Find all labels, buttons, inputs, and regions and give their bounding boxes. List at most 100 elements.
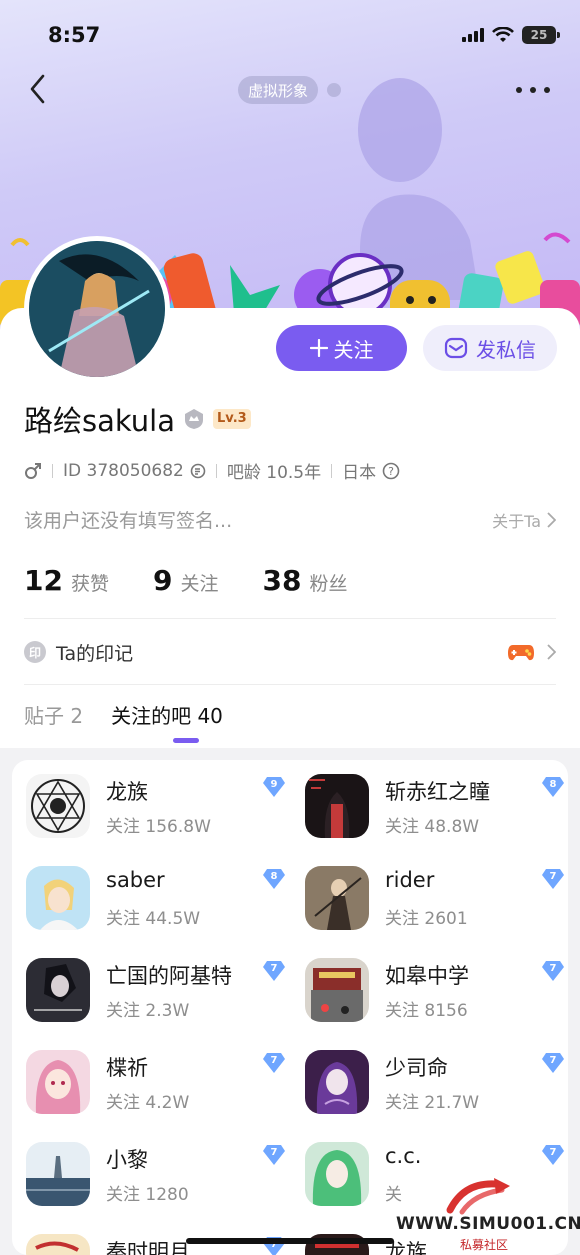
signal-icon	[462, 28, 484, 42]
home-indicator	[186, 1238, 394, 1244]
forum-name: 小黎	[106, 1148, 148, 1172]
username: 路绘sakula	[24, 404, 175, 438]
forum-name: 如皋中学	[385, 964, 469, 988]
divider	[24, 684, 556, 685]
tab-posts[interactable]: 贴子 2	[24, 700, 83, 729]
forum-name: 秦时明月	[106, 1240, 190, 1255]
marks-preview	[507, 641, 556, 663]
forum-item[interactable]: 小黎 关注 1280 7	[26, 1142, 286, 1214]
gem-level-badge: 7	[541, 868, 565, 890]
forum-followers: 关注 2.3W	[106, 1001, 190, 1021]
help-icon[interactable]: ?	[382, 462, 400, 480]
forum-avatar	[305, 1050, 369, 1114]
watermark-url: WWW.SIMU001.CN	[396, 1214, 580, 1234]
forum-name: 斩赤红之瞳	[385, 780, 490, 804]
forum-name: 亡国的阿基特	[106, 964, 232, 988]
chevron-left-icon	[30, 74, 45, 104]
username-row: 路绘sakula Lv.3	[24, 398, 251, 440]
status-bar: 8:57 25	[48, 20, 560, 50]
envelope-icon	[444, 337, 468, 359]
forum-avatar	[26, 958, 90, 1022]
divider	[24, 618, 556, 619]
watermark: WWW.SIMU001.CN 私募社区	[396, 1176, 580, 1253]
forum-avatar	[26, 1234, 90, 1255]
level-badge: Lv.3	[213, 409, 251, 429]
forum-name: 少司命	[385, 1056, 448, 1080]
follow-button[interactable]: 关注	[276, 325, 407, 371]
forum-name: 楪祈	[106, 1056, 148, 1080]
watermark-logo	[446, 1178, 510, 1215]
forum-item[interactable]: 少司命 关注 21.7W 7	[305, 1050, 565, 1122]
forum-followers: 关注 156.8W	[106, 817, 211, 837]
virtual-avatar-tag[interactable]: 虚拟形象	[238, 76, 319, 104]
stat-number: 38	[262, 564, 302, 597]
follow-label: 关注	[333, 337, 374, 362]
gem-level-badge: 7	[262, 1144, 286, 1166]
gem-level-badge: 7	[262, 960, 286, 982]
gem-level-badge: 8	[541, 776, 565, 798]
signature-text: 该用户还没有填写签名...	[24, 510, 233, 532]
marks-label: Ta的印记	[56, 642, 134, 665]
profile-tabs: 贴子 2 关注的吧 40	[24, 700, 223, 729]
forum-followers: 关注 48.8W	[385, 817, 480, 837]
forum-avatar	[305, 774, 369, 838]
more-options-button[interactable]	[516, 80, 550, 100]
plus-icon	[309, 339, 328, 357]
forum-followers: 关注 2601	[385, 909, 468, 929]
tab-followed-forums[interactable]: 关注的吧 40	[111, 700, 223, 729]
watermark-subtitle: 私募社区	[456, 1236, 513, 1253]
copy-icon[interactable]	[190, 463, 206, 479]
forum-followers: 关注 1280	[106, 1185, 189, 1205]
about-label: 关于Ta	[492, 511, 541, 531]
forum-item[interactable]: 龙族 关注 156.8W 9	[26, 774, 286, 846]
stat-likes[interactable]: 12 获赞	[24, 564, 109, 597]
forum-avatar	[305, 1142, 369, 1206]
profile-meta: ID 378050682 吧龄 10.5年 日本 ?	[24, 458, 400, 483]
stats-row: 12 获赞 9 关注 38 粉丝	[24, 564, 347, 597]
forum-name: rider	[385, 868, 435, 892]
stat-number: 12	[24, 564, 63, 597]
forum-avatar	[305, 866, 369, 930]
forum-followers: 关注 8156	[385, 1001, 468, 1021]
forum-avatar	[26, 866, 90, 930]
stamp-icon: 印	[24, 641, 46, 663]
status-time: 8:57	[48, 23, 101, 47]
forum-avatar	[26, 774, 90, 838]
profile-avatar[interactable]	[24, 236, 170, 382]
region: 日本	[342, 463, 377, 483]
signature-row: 该用户还没有填写签名... 关于Ta	[24, 506, 556, 533]
forum-item[interactable]: 亡国的阿基特 关注 2.3W 7	[26, 958, 286, 1030]
forum-followers: 关注 21.7W	[385, 1093, 480, 1113]
forum-followers: 关注 4.2W	[106, 1093, 190, 1113]
send-message-button[interactable]: 发私信	[423, 325, 557, 371]
forum-avatar	[26, 1050, 90, 1114]
gem-level-badge: 8	[262, 868, 286, 890]
avatar-artwork	[29, 241, 165, 377]
stat-label: 获赞	[70, 573, 109, 595]
forum-followers: 关注 44.5W	[106, 909, 201, 929]
stat-label: 关注	[180, 573, 219, 595]
gem-level-badge: 7	[541, 1052, 565, 1074]
game-controller-icon	[508, 645, 534, 661]
virtual-avatar-dot	[327, 83, 341, 97]
forum-item[interactable]: 如皋中学 关注 8156 7	[305, 958, 565, 1030]
forum-item[interactable]: saber 关注 44.5W 8	[26, 866, 286, 938]
account-age: 吧龄 10.5年	[226, 463, 322, 483]
back-button[interactable]	[22, 72, 52, 106]
male-icon	[25, 462, 41, 479]
about-link[interactable]: 关于Ta	[492, 508, 556, 532]
forum-item[interactable]: 斩赤红之瞳 关注 48.8W 8	[305, 774, 565, 846]
svg-text:?: ?	[388, 465, 394, 478]
tab-indicator	[173, 738, 199, 743]
marks-title: 印 Ta的印记	[24, 639, 133, 666]
wifi-icon	[492, 27, 514, 42]
forum-item[interactable]: rider 关注 2601 7	[305, 866, 565, 938]
message-label: 发私信	[476, 337, 536, 362]
battery-icon: 25	[522, 26, 560, 44]
forum-item[interactable]: 楪祈 关注 4.2W 7	[26, 1050, 286, 1122]
gem-level-badge: 9	[262, 776, 286, 798]
marks-row[interactable]: 印 Ta的印记	[24, 634, 556, 670]
stat-followers[interactable]: 38 粉丝	[262, 564, 347, 597]
gem-level-badge: 7	[541, 1144, 565, 1166]
stat-following[interactable]: 9 关注	[153, 564, 219, 597]
